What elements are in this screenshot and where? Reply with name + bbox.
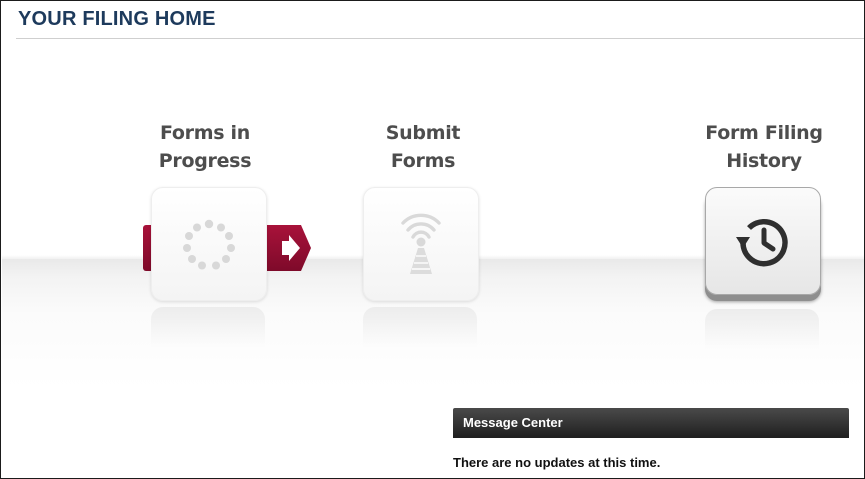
submit-forms-tile[interactable] (363, 187, 479, 301)
step-label-forms-in-progress: Forms in Progress (125, 119, 285, 175)
message-center: Message Center There are no updates at t… (453, 408, 849, 478)
arrow-right-icon (282, 235, 300, 261)
page-title: YOUR FILING HOME (18, 8, 216, 30)
title-divider (16, 38, 864, 39)
step-label-line2: History (726, 150, 802, 172)
step-label-submit-forms: Submit Forms (343, 119, 503, 175)
submit-forms-reflection (363, 307, 477, 347)
forms-in-progress-reflection (151, 307, 265, 347)
history-clock-icon (736, 219, 788, 267)
forms-in-progress-tile[interactable] (151, 187, 267, 301)
step-label-line2: Progress (158, 150, 252, 172)
step-label-line1: Submit (385, 122, 461, 144)
broadcast-tower-icon (401, 213, 441, 274)
step-label-line1: Forms in (160, 122, 250, 144)
message-center-header: Message Center (453, 408, 849, 438)
step-label-line2: Forms (390, 150, 456, 172)
form-filing-history-reflection (705, 309, 819, 349)
spinner-icon (183, 219, 235, 270)
step-label-form-filing-history: Form Filing History (684, 119, 844, 175)
message-center-text: There are no updates at this time. (453, 455, 661, 470)
filing-home-panel: YOUR FILING HOME Forms in Progress Submi… (0, 0, 865, 479)
step-label-line1: Form Filing (705, 122, 823, 144)
form-filing-history-tile[interactable] (705, 187, 821, 295)
